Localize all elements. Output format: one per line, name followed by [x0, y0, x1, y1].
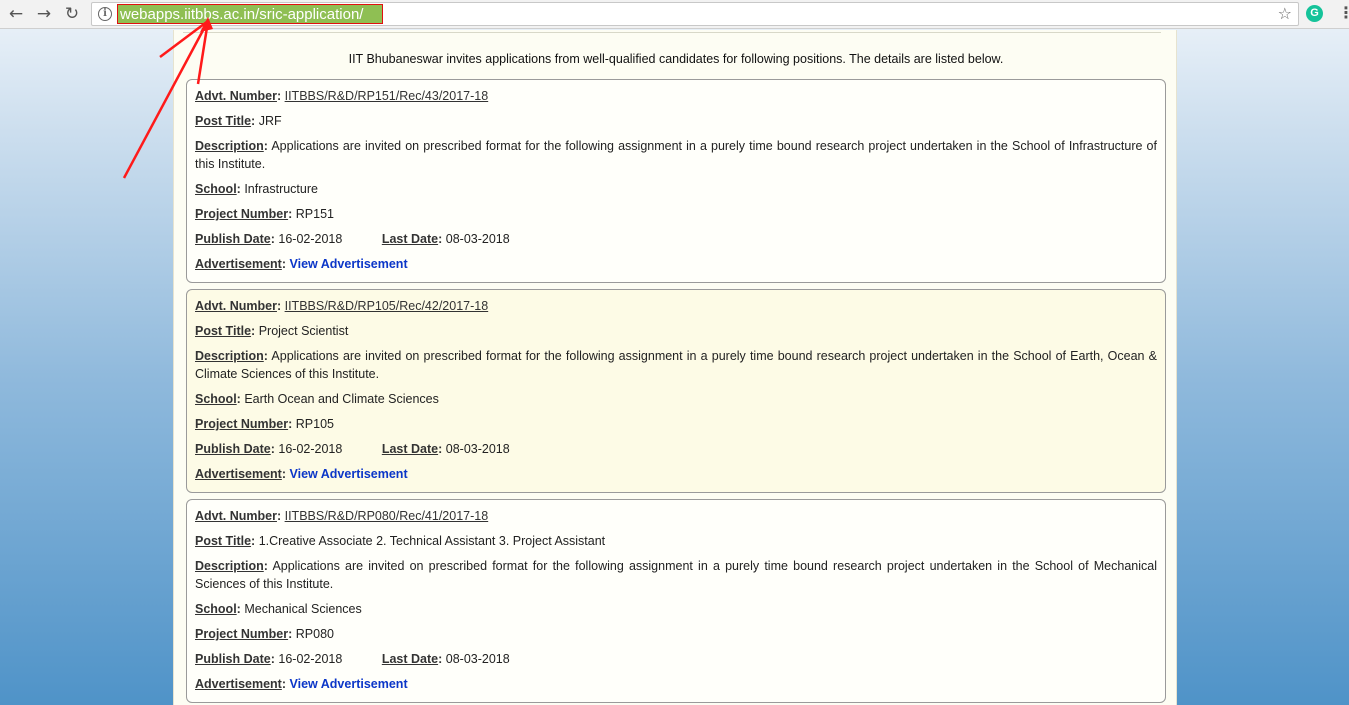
last-date-label: Last Date [381, 232, 439, 246]
last-date-label: Last Date [381, 652, 439, 666]
publish-date-value: 16-02-2018 [278, 652, 343, 666]
dates-row: Publish Date: 16-02-2018 Last Date: 08-0… [195, 232, 510, 246]
post-title-value: 1.Creative Associate 2. Technical Assist… [258, 534, 606, 548]
advt-number-label: Advt. Number [195, 89, 277, 103]
publish-date-value: 16-02-2018 [278, 232, 343, 246]
description-row: Description: Applications are invited on… [195, 559, 1157, 591]
advt-number-row: Advt. Number: IITBBS/R&D/RP151/Rec/43/20… [195, 89, 489, 103]
advertisement-label: Advertisement [195, 257, 282, 271]
url-text[interactable]: webapps.iitbbs.ac.in/sric-application/ [117, 4, 383, 24]
school-value: Mechanical Sciences [244, 602, 362, 616]
advt-number-value: IITBBS/R&D/RP151/Rec/43/2017-18 [284, 89, 489, 103]
reload-icon[interactable]: ↻ [60, 3, 84, 25]
page-content: IIT Bhubaneswar invites applications fro… [173, 30, 1177, 705]
school-label: School [195, 182, 237, 196]
description-row: Description: Applications are invited on… [195, 349, 1157, 381]
dates-row: Publish Date: 16-02-2018 Last Date: 08-0… [195, 442, 510, 456]
advertisement-row: Advertisement: View Advertisement [195, 467, 408, 481]
school-label: School [195, 392, 237, 406]
post-title-value: Project Scientist [258, 324, 349, 338]
description-label: Description [195, 559, 264, 573]
position-card: Advt. Number: IITBBS/R&D/RP105/Rec/42/20… [186, 289, 1166, 493]
back-arrow-icon[interactable]: ← [4, 3, 28, 25]
school-row: School: Earth Ocean and Climate Sciences [195, 392, 439, 406]
description-value: Applications are invited on prescribed f… [195, 139, 1157, 171]
description-row: Description: Applications are invited on… [195, 139, 1157, 171]
advt-number-row: Advt. Number: IITBBS/R&D/RP105/Rec/42/20… [195, 299, 489, 313]
project-number-label: Project Number [195, 627, 289, 641]
publish-date-label: Publish Date [195, 442, 271, 456]
description-label: Description [195, 139, 264, 153]
advertisement-label: Advertisement [195, 467, 282, 481]
last-date-label: Last Date [381, 442, 439, 456]
advt-number-label: Advt. Number [195, 509, 277, 523]
position-card: Advt. Number: IITBBS/R&D/RP080/Rec/41/20… [186, 499, 1166, 703]
publish-date-label: Publish Date [195, 652, 271, 666]
school-value: Infrastructure [244, 182, 318, 196]
browser-menu-icon[interactable]: ⋮ [1338, 3, 1349, 22]
post-title-row: Post Title: 1.Creative Associate 2. Tech… [195, 534, 606, 548]
project-number-row: Project Number: RP080 [195, 627, 334, 641]
publish-date-value: 16-02-2018 [278, 442, 343, 456]
school-row: School: Infrastructure [195, 182, 318, 196]
post-title-label: Post Title [195, 114, 252, 128]
project-number-value: RP080 [295, 627, 334, 641]
bookmark-star-icon[interactable]: ☆ [1278, 4, 1292, 23]
project-number-row: Project Number: RP105 [195, 417, 334, 431]
top-divider [183, 32, 1161, 33]
post-title-value: JRF [258, 114, 282, 128]
last-date-value: 08-03-2018 [445, 442, 510, 456]
dates-row: Publish Date: 16-02-2018 Last Date: 08-0… [195, 652, 510, 666]
description-value: Applications are invited on prescribed f… [195, 559, 1157, 591]
advertisement-row: Advertisement: View Advertisement [195, 257, 408, 271]
publish-date-label: Publish Date [195, 232, 271, 246]
post-title-row: Post Title: JRF [195, 114, 282, 128]
last-date-value: 08-03-2018 [445, 652, 510, 666]
browser-toolbar: ← → ↻ i webapps.iitbbs.ac.in/sric-applic… [0, 0, 1349, 29]
view-advertisement-link[interactable]: View Advertisement [290, 677, 408, 691]
view-advertisement-link[interactable]: View Advertisement [290, 257, 408, 271]
address-bar[interactable]: i webapps.iitbbs.ac.in/sric-application/… [91, 2, 1299, 26]
post-title-label: Post Title [195, 534, 252, 548]
description-label: Description [195, 349, 264, 363]
grammarly-extension-icon[interactable]: G [1306, 5, 1323, 22]
advt-number-value: IITBBS/R&D/RP080/Rec/41/2017-18 [284, 509, 489, 523]
description-value: Applications are invited on prescribed f… [195, 349, 1157, 381]
position-card: Advt. Number: IITBBS/R&D/RP151/Rec/43/20… [186, 79, 1166, 283]
project-number-row: Project Number: RP151 [195, 207, 334, 221]
post-title-row: Post Title: Project Scientist [195, 324, 349, 338]
school-value: Earth Ocean and Climate Sciences [244, 392, 439, 406]
advt-number-row: Advt. Number: IITBBS/R&D/RP080/Rec/41/20… [195, 509, 489, 523]
advt-number-label: Advt. Number [195, 299, 277, 313]
project-number-label: Project Number [195, 417, 289, 431]
post-title-label: Post Title [195, 324, 252, 338]
advt-number-value: IITBBS/R&D/RP105/Rec/42/2017-18 [284, 299, 489, 313]
last-date-value: 08-03-2018 [445, 232, 510, 246]
project-number-value: RP105 [295, 417, 334, 431]
school-label: School [195, 602, 237, 616]
project-number-value: RP151 [295, 207, 334, 221]
view-advertisement-link[interactable]: View Advertisement [290, 467, 408, 481]
forward-arrow-icon[interactable]: → [32, 3, 56, 25]
info-icon[interactable]: i [98, 7, 112, 21]
advertisement-label: Advertisement [195, 677, 282, 691]
advertisement-row: Advertisement: View Advertisement [195, 677, 408, 691]
school-row: School: Mechanical Sciences [195, 602, 362, 616]
intro-text: IIT Bhubaneswar invites applications fro… [348, 52, 1004, 66]
project-number-label: Project Number [195, 207, 289, 221]
